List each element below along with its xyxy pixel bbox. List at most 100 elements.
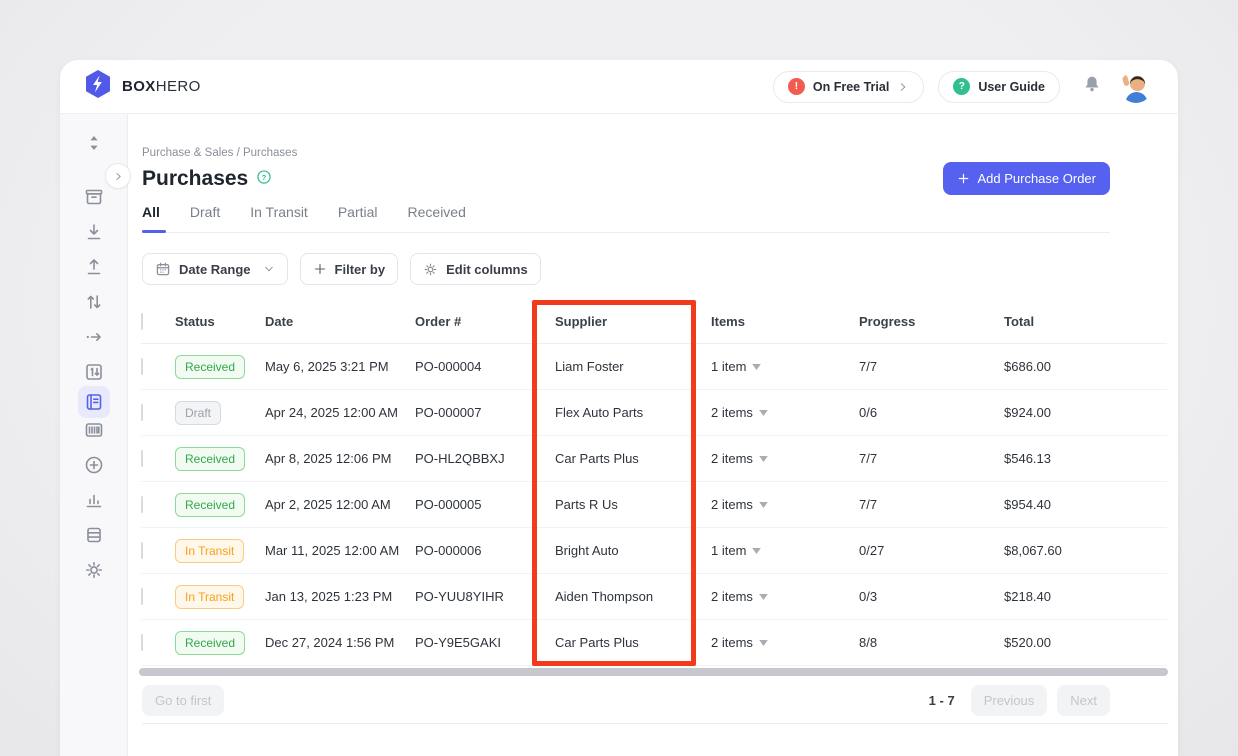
status-badge: In Transit bbox=[175, 539, 244, 563]
workspace-switcher-icon[interactable] bbox=[82, 131, 106, 155]
cell-order-number: PO-Y9E5GAKI bbox=[415, 635, 555, 650]
table-row[interactable]: Draft Apr 24, 2025 12:00 AM PO-000007 Fl… bbox=[141, 390, 1167, 436]
table-row[interactable]: Received Apr 2, 2025 12:00 AM PO-000005 … bbox=[141, 482, 1167, 528]
row-checkbox[interactable] bbox=[141, 404, 143, 421]
previous-page-button[interactable]: Previous bbox=[971, 685, 1048, 716]
items-dropdown[interactable]: 1 item bbox=[711, 543, 859, 558]
cell-supplier: Car Parts Plus bbox=[555, 451, 711, 466]
tab-draft[interactable]: Draft bbox=[190, 204, 220, 220]
cell-supplier: Flex Auto Parts bbox=[555, 405, 711, 420]
cell-total: $954.40 bbox=[1004, 497, 1167, 512]
tab-partial[interactable]: Partial bbox=[338, 204, 378, 220]
row-checkbox[interactable] bbox=[141, 496, 143, 513]
row-checkbox[interactable] bbox=[141, 450, 143, 467]
status-badge: Received bbox=[175, 493, 245, 517]
column-header-items[interactable]: Items bbox=[711, 314, 859, 329]
add-purchase-order-button[interactable]: Add Purchase Order bbox=[943, 162, 1110, 195]
row-checkbox[interactable] bbox=[141, 634, 143, 651]
sidebar-item-barcode-icon[interactable] bbox=[82, 418, 106, 442]
tab-all[interactable]: All bbox=[142, 204, 160, 220]
cell-supplier: Bright Auto bbox=[555, 543, 711, 558]
sidebar-item-move-icon[interactable] bbox=[82, 325, 106, 349]
caret-down-icon bbox=[759, 640, 768, 646]
brand-bold: BOX bbox=[122, 78, 156, 95]
table-row[interactable]: Received Apr 8, 2025 12:06 PM PO-HL2QBBX… bbox=[141, 436, 1167, 482]
items-dropdown[interactable]: 2 items bbox=[711, 451, 859, 466]
tab-received[interactable]: Received bbox=[408, 204, 466, 220]
column-header-status[interactable]: Status bbox=[175, 314, 265, 329]
bottom-divider bbox=[142, 723, 1168, 724]
cell-total: $546.13 bbox=[1004, 451, 1167, 466]
question-icon: ? bbox=[953, 78, 970, 95]
filter-by-button[interactable]: Filter by bbox=[300, 253, 399, 285]
column-header-total[interactable]: Total bbox=[1004, 314, 1167, 329]
column-header-date[interactable]: Date bbox=[265, 314, 415, 329]
column-header-supplier[interactable]: Supplier bbox=[555, 314, 711, 329]
sidebar-item-settings-icon[interactable] bbox=[82, 558, 106, 582]
row-checkbox[interactable] bbox=[141, 358, 143, 375]
items-dropdown[interactable]: 1 item bbox=[711, 359, 859, 374]
next-page-button[interactable]: Next bbox=[1057, 685, 1110, 716]
caret-down-icon bbox=[759, 456, 768, 462]
table-row[interactable]: In Transit Mar 11, 2025 12:00 AM PO-0000… bbox=[141, 528, 1167, 574]
status-badge: In Transit bbox=[175, 585, 244, 609]
edit-columns-label: Edit columns bbox=[446, 262, 528, 277]
chevron-right-icon bbox=[897, 81, 909, 93]
caret-down-icon bbox=[759, 502, 768, 508]
edit-columns-button[interactable]: Edit columns bbox=[410, 253, 541, 285]
tab-in-transit[interactable]: In Transit bbox=[250, 204, 308, 220]
user-guide-label: User Guide bbox=[978, 80, 1045, 94]
cell-order-number: PO-HL2QBBXJ bbox=[415, 451, 555, 466]
cell-supplier: Liam Foster bbox=[555, 359, 711, 374]
cell-order-number: PO-YUU8YIHR bbox=[415, 589, 555, 604]
date-range-select[interactable]: Date Range bbox=[142, 253, 288, 285]
column-header-order[interactable]: Order # bbox=[415, 314, 555, 329]
row-checkbox[interactable] bbox=[141, 542, 143, 559]
gear-icon bbox=[423, 262, 438, 277]
brand-name: BOXHERO bbox=[122, 78, 201, 95]
cell-total: $686.00 bbox=[1004, 359, 1167, 374]
user-avatar[interactable] bbox=[1120, 71, 1152, 103]
go-to-first-button[interactable]: Go to first bbox=[142, 685, 224, 716]
horizontal-scrollbar[interactable] bbox=[139, 668, 1168, 676]
sidebar-item-add-icon[interactable] bbox=[82, 453, 106, 477]
cell-order-number: PO-000004 bbox=[415, 359, 555, 374]
cell-progress: 0/3 bbox=[859, 589, 1004, 604]
cell-total: $924.00 bbox=[1004, 405, 1167, 420]
items-dropdown[interactable]: 2 items bbox=[711, 405, 859, 420]
user-guide-button[interactable]: ? User Guide bbox=[938, 71, 1060, 103]
items-dropdown[interactable]: 2 items bbox=[711, 635, 859, 650]
sidebar-item-items-box-icon[interactable] bbox=[82, 185, 106, 209]
status-tabs: All Draft In Transit Partial Received bbox=[142, 204, 1110, 233]
pagination: Go to first 1 - 7 Previous Next bbox=[142, 684, 1110, 716]
cell-supplier: Parts R Us bbox=[555, 497, 711, 512]
filter-by-label: Filter by bbox=[335, 262, 386, 277]
table-header-row: Status Date Order # Supplier Items Progr… bbox=[141, 300, 1167, 344]
cell-progress: 0/6 bbox=[859, 405, 1004, 420]
items-dropdown[interactable]: 2 items bbox=[711, 497, 859, 512]
row-checkbox[interactable] bbox=[141, 588, 143, 605]
notifications-bell-icon[interactable] bbox=[1082, 74, 1102, 99]
cell-total: $520.00 bbox=[1004, 635, 1167, 650]
table-row[interactable]: Received Dec 27, 2024 1:56 PM PO-Y9E5GAK… bbox=[141, 620, 1167, 666]
expand-sidebar-button[interactable] bbox=[105, 163, 131, 189]
sidebar-item-stocktake-icon[interactable] bbox=[82, 360, 106, 384]
items-dropdown[interactable]: 2 items bbox=[711, 589, 859, 604]
table-row[interactable]: Received May 6, 2025 3:21 PM PO-000004 L… bbox=[141, 344, 1167, 390]
plus-icon bbox=[313, 262, 327, 276]
sidebar-item-data-icon[interactable] bbox=[82, 523, 106, 547]
add-purchase-order-label: Add Purchase Order bbox=[977, 171, 1096, 186]
sidebar-item-analytics-icon[interactable] bbox=[82, 488, 106, 512]
boxhero-logo-icon bbox=[84, 69, 112, 104]
sidebar-item-adjust-icon[interactable] bbox=[82, 290, 106, 314]
free-trial-button[interactable]: ! On Free Trial bbox=[773, 71, 924, 103]
select-all-checkbox[interactable] bbox=[141, 313, 143, 330]
cell-progress: 7/7 bbox=[859, 451, 1004, 466]
table-row[interactable]: In Transit Jan 13, 2025 1:23 PM PO-YUU8Y… bbox=[141, 574, 1167, 620]
sidebar-item-purchases-icon[interactable] bbox=[78, 386, 110, 418]
sidebar-item-stock-in-icon[interactable] bbox=[82, 220, 106, 244]
column-header-progress[interactable]: Progress bbox=[859, 314, 1004, 329]
help-icon[interactable]: ? bbox=[256, 169, 272, 190]
items-count: 2 items bbox=[711, 451, 753, 466]
sidebar-item-stock-out-icon[interactable] bbox=[82, 255, 106, 279]
